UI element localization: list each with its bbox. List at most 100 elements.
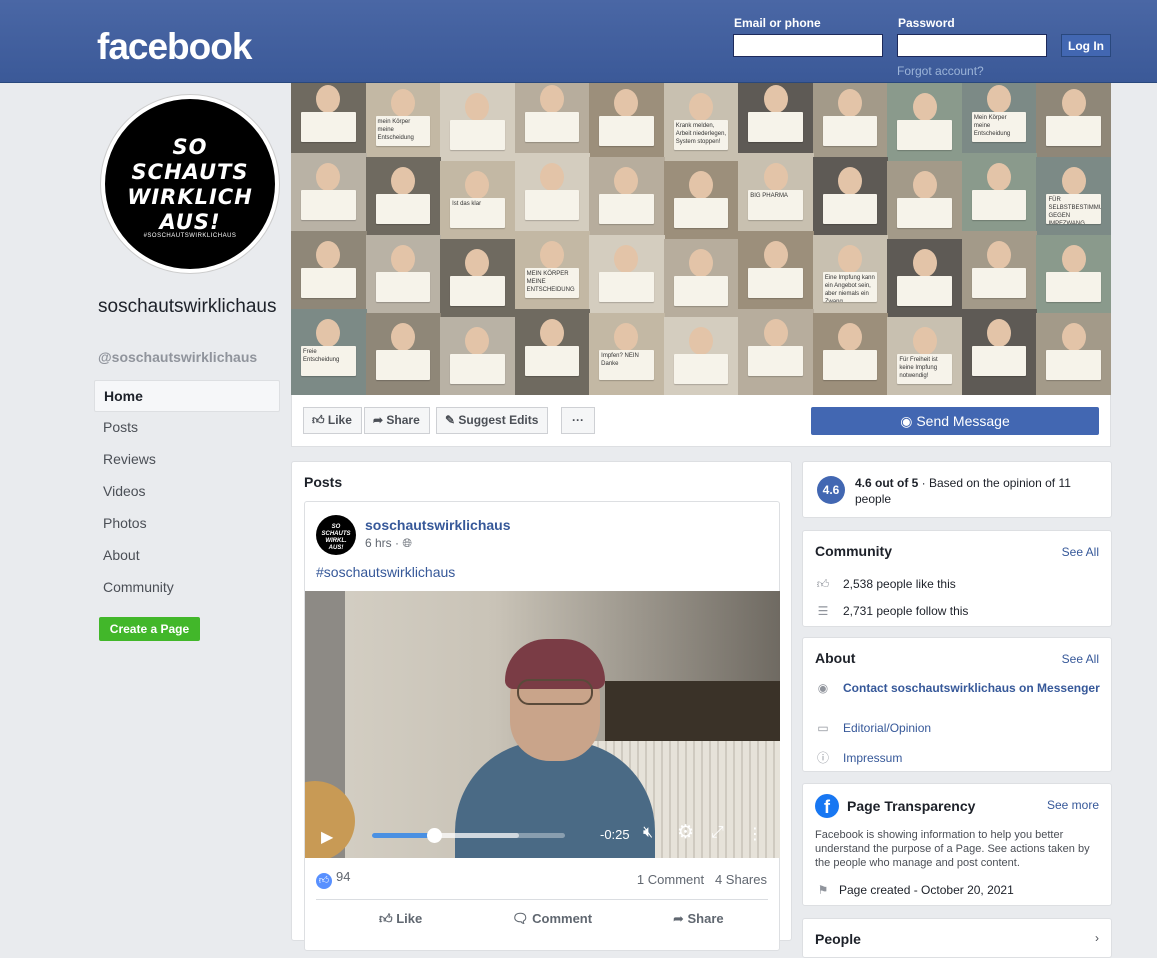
nav-item-about[interactable]: About xyxy=(94,540,280,572)
cover-sign xyxy=(301,268,356,299)
people-card[interactable]: People › xyxy=(802,918,1112,958)
cover-collage-tile xyxy=(365,313,442,395)
cover-sign xyxy=(301,112,356,143)
nav-item-reviews[interactable]: Reviews xyxy=(94,444,280,476)
impressum-link[interactable]: Impressum xyxy=(843,751,902,765)
send-message-button[interactable]: ◉ Send Message xyxy=(811,407,1099,435)
cover-collage-tile: mein Körper meine Entscheidung xyxy=(365,83,442,165)
page-handle[interactable]: @soschautswirklichaus xyxy=(98,349,257,365)
cover-person-face xyxy=(688,171,713,199)
more-vertical-icon[interactable]: ⋮ xyxy=(747,824,763,844)
page-name[interactable]: soschautswirklichaus xyxy=(98,294,283,320)
cover-collage-tile xyxy=(812,313,889,395)
gear-icon[interactable]: ⚙ xyxy=(677,821,694,844)
community-see-all-link[interactable]: See All xyxy=(1062,545,1099,559)
create-page-button[interactable]: Create a Page xyxy=(99,617,200,641)
cover-sign xyxy=(375,272,431,303)
messenger-contact-link[interactable]: Contact soschautswirklichaus on Messenge… xyxy=(843,680,1101,696)
cover-person-face xyxy=(763,319,788,347)
cover-collage-tile xyxy=(961,153,1038,239)
cover-person-face xyxy=(390,167,415,195)
cover-person-face xyxy=(912,93,937,121)
nav-item-photos[interactable]: Photos xyxy=(94,508,280,540)
cover-sign: Impfen? NEIN Danke xyxy=(599,350,654,381)
nav-item-home[interactable]: Home xyxy=(94,380,280,412)
cover-photo[interactable]: mein Körper meine Entscheidung Krank meld… xyxy=(291,83,1111,395)
email-field[interactable] xyxy=(733,34,883,57)
about-see-all-link[interactable]: See All xyxy=(1062,652,1099,666)
share-page-button[interactable]: ➦ Share xyxy=(364,407,430,434)
login-button[interactable]: Log In xyxy=(1061,34,1111,57)
post-comment-button[interactable]: 🗨︎ Comment xyxy=(512,911,592,927)
cover-sign xyxy=(450,120,505,151)
post-time-label: 6 hrs · xyxy=(365,536,403,550)
posts-card: Posts SO SCHAUTS WIRKL. AUS! soschautswirkl… xyxy=(291,461,792,951)
video-player[interactable]: ▶ -0:25 🔇︎ ⚙ ⤢ ⋮ xyxy=(305,591,780,858)
cover-person-face xyxy=(539,241,564,269)
page-transparency-card: f Page Transparency See more Facebook is… xyxy=(802,783,1112,906)
password-field[interactable] xyxy=(897,34,1047,57)
cover-person-face xyxy=(688,327,713,355)
cover-person-face xyxy=(688,249,713,277)
comment-count-link[interactable]: 1 Comment xyxy=(637,872,704,887)
cover-collage-tile xyxy=(1036,83,1111,165)
like-page-button[interactable]: 👍︎ Like xyxy=(303,407,362,434)
video-progress-bar[interactable] xyxy=(372,828,565,843)
cover-collage-tile: Impfen? NEIN Danke xyxy=(589,313,665,395)
top-bar: facebook Email or phone Password Forgot … xyxy=(0,0,1157,83)
cover-person-face xyxy=(688,93,713,121)
comment-bubble-icon: 🗨︎ xyxy=(512,911,533,926)
post-hashtag-link[interactable]: #soschautswirklichaus xyxy=(316,564,455,580)
cover-person-face xyxy=(1061,245,1086,273)
facebook-logo[interactable]: facebook xyxy=(97,26,252,68)
page-avatar[interactable]: SO SCHAUTS WIRKLICH AUS! #SOSCHAUTSWIRKL… xyxy=(101,95,279,273)
cover-sign xyxy=(822,116,878,147)
more-options-button[interactable]: ··· xyxy=(561,407,595,434)
post-share-button[interactable]: ➦ Share xyxy=(673,911,724,927)
cover-collage-tile xyxy=(291,153,367,239)
cover-sign xyxy=(450,276,505,307)
messenger-icon: ◉ xyxy=(900,413,917,429)
post-author-link[interactable]: soschautswirklichaus xyxy=(365,517,511,533)
rating-summary: 4.6 out of 5 · Based on the opinion of 1… xyxy=(855,475,1103,507)
fullscreen-icon[interactable]: ⤢ xyxy=(711,824,724,842)
suggest-edits-button[interactable]: ✎ Suggest Edits xyxy=(436,407,549,434)
post-author-avatar[interactable]: SO SCHAUTS WIRKL. AUS! xyxy=(316,515,356,555)
cover-collage-tile xyxy=(1036,235,1111,321)
reaction-summary[interactable]: 👍︎ 94 xyxy=(316,869,350,889)
cover-sign xyxy=(673,354,729,385)
nav-item-community[interactable]: Community xyxy=(94,572,280,604)
facebook-icon: f xyxy=(815,794,839,818)
forgot-account-link[interactable]: Forgot account? xyxy=(897,64,984,78)
play-icon[interactable]: ▶ xyxy=(321,827,333,847)
page-created-row: ⚑ Page created - October 20, 2021 xyxy=(815,883,1014,897)
cover-sign xyxy=(673,276,729,307)
cover-person-face xyxy=(390,323,415,351)
cover-sign: mein Körper meine Entscheidung xyxy=(375,116,431,147)
about-messenger-row: ◉ Contact soschautswirklichaus on Messeng… xyxy=(815,680,1101,696)
share-count-link[interactable]: 4 Shares xyxy=(715,872,767,887)
cover-collage-tile xyxy=(514,153,591,239)
cover-sign xyxy=(822,350,878,381)
transparency-see-more-link[interactable]: See more xyxy=(1047,798,1099,812)
cover-person-face xyxy=(465,93,490,121)
cover-person-face xyxy=(539,85,564,113)
nav-item-posts[interactable]: Posts xyxy=(94,412,280,444)
post-like-button[interactable]: 👍︎ Like xyxy=(379,911,422,927)
post-timestamp[interactable]: 6 hrs · 🌐︎ xyxy=(365,536,412,551)
send-message-label: Send Message xyxy=(916,413,1010,429)
cover-collage-tile xyxy=(589,157,665,243)
cover-collage-tile: Für Freiheit ist keine Impfung notwendig… xyxy=(887,317,963,395)
cover-person-face xyxy=(987,319,1012,347)
transparency-title: Page Transparency xyxy=(847,798,976,814)
rating-card: 4.6 4.6 out of 5 · Based on the opinion … xyxy=(802,461,1112,518)
chevron-right-icon[interactable]: › xyxy=(1095,931,1099,945)
post-comment-label: Comment xyxy=(532,911,593,926)
category-link[interactable]: Editorial/Opinion xyxy=(843,721,931,735)
cover-person-face xyxy=(465,327,490,355)
video-progress-handle[interactable] xyxy=(426,828,442,843)
nav-item-videos[interactable]: Videos xyxy=(94,476,280,508)
volume-muted-icon[interactable]: 🔇︎ xyxy=(643,824,653,842)
share-arrow-icon: ➦ xyxy=(373,413,387,427)
cover-sign: Für Freiheit ist keine Impfung notwendig… xyxy=(897,354,952,385)
